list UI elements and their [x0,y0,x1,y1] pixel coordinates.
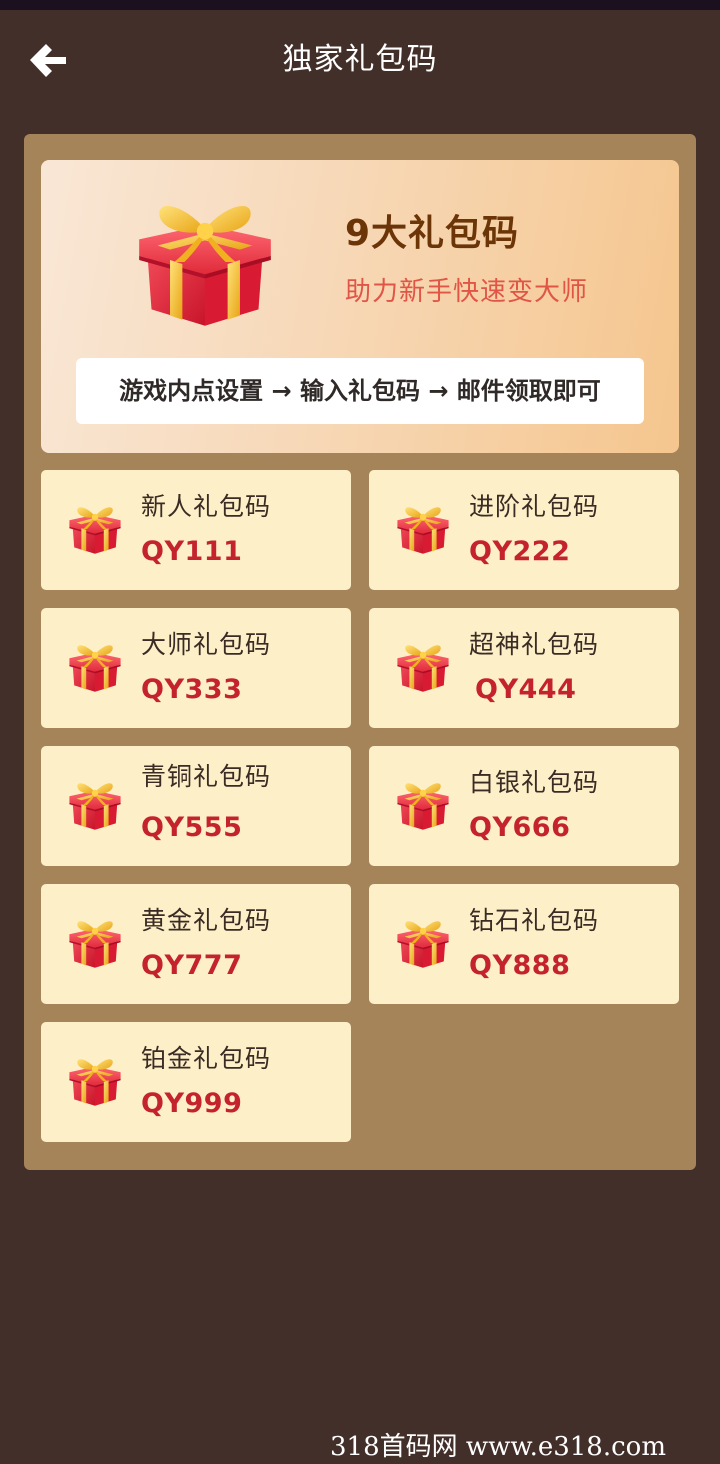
gift-code-panel: 9大礼包码 助力新手快速变大师 游戏内点设置 → 输入礼包码 → 邮件领取即可 … [24,134,696,1170]
code-label: 黄金礼包码 [141,906,272,935]
code-label: 钻石礼包码 [469,906,600,935]
gift-box-icon [133,194,277,330]
code-value: QY555 [141,812,243,843]
gift-icon [67,502,123,556]
code-value: QY444 [475,674,577,705]
code-label: 进阶礼包码 [469,492,600,521]
code-label: 大师礼包码 [141,630,272,659]
gift-icon [67,1054,123,1108]
code-value: QY222 [469,536,571,567]
gift-icon [395,778,451,832]
promo-banner: 9大礼包码 助力新手快速变大师 游戏内点设置 → 输入礼包码 → 邮件领取即可 [41,160,679,453]
code-card-advanced[interactable]: 进阶礼包码 QY222 [369,470,679,590]
page-title: 独家礼包码 [282,42,438,77]
code-value: QY666 [469,812,571,843]
gift-icon [395,640,451,694]
site-watermark: 318首码网 www.e318.com [330,1432,666,1462]
code-value: QY888 [469,950,571,981]
gift-icon [395,502,451,556]
gift-icon [67,916,123,970]
code-card-master[interactable]: 大师礼包码 QY333 [41,608,351,728]
code-card-gold[interactable]: 黄金礼包码 QY777 [41,884,351,1004]
code-label: 青铜礼包码 [141,762,272,791]
code-value: QY999 [141,1088,243,1119]
code-card-godlike[interactable]: 超神礼包码 QY444 [369,608,679,728]
code-value: QY111 [141,536,243,567]
code-label: 铂金礼包码 [141,1044,272,1073]
code-card-platinum[interactable]: 铂金礼包码 QY999 [41,1022,351,1142]
page-header: 独家礼包码 [0,10,720,110]
code-label: 新人礼包码 [141,492,272,521]
code-card-bronze[interactable]: 青铜礼包码 QY555 [41,746,351,866]
banner-subtitle: 助力新手快速变大师 [345,277,589,307]
code-value: QY333 [141,674,243,705]
gift-icon [395,916,451,970]
code-card-silver[interactable]: 白银礼包码 QY666 [369,746,679,866]
status-bar [0,0,720,10]
code-label: 白银礼包码 [469,768,600,797]
code-value: QY777 [141,950,243,981]
banner-title: 9大礼包码 [345,213,520,254]
code-card-newbie[interactable]: 新人礼包码 QY111 [41,470,351,590]
code-card-diamond[interactable]: 钻石礼包码 QY888 [369,884,679,1004]
gift-icon [67,640,123,694]
code-label: 超神礼包码 [469,630,600,659]
gift-icon [67,778,123,832]
redeem-instructions: 游戏内点设置 → 输入礼包码 → 邮件领取即可 [76,358,644,424]
